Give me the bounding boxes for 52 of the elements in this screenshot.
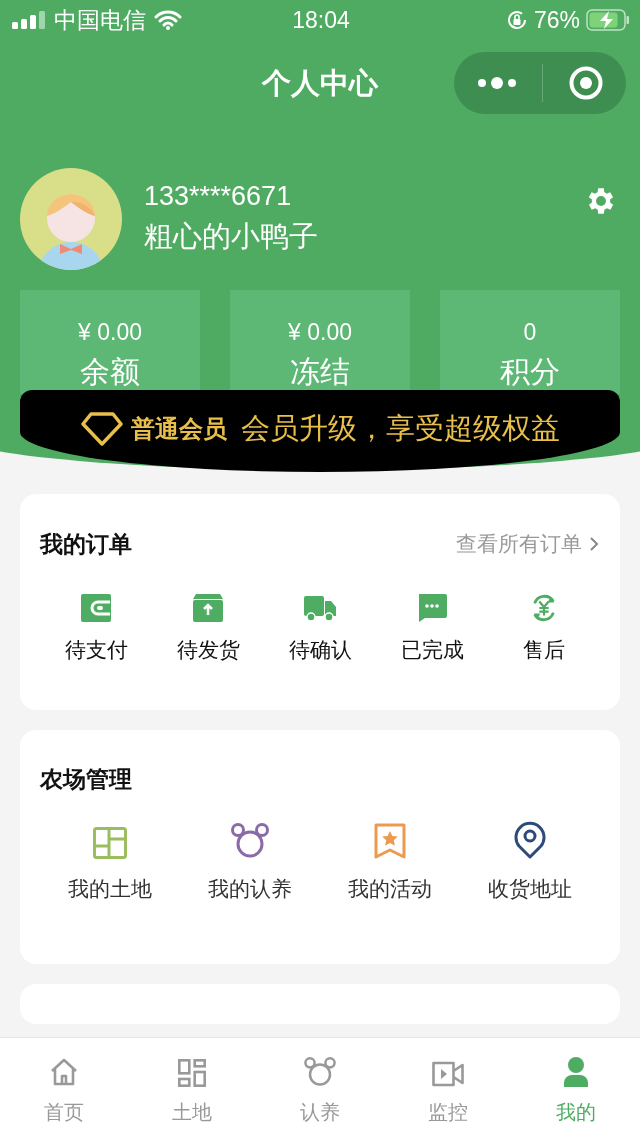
farm-menu-label: 收货地址 [488, 876, 572, 903]
battery-charging-icon [586, 9, 630, 31]
stat-value: ¥ 0.00 [78, 318, 142, 347]
video-camera-icon [432, 1061, 464, 1087]
diamond-icon [80, 412, 123, 446]
stat-value: ¥ 0.00 [288, 318, 352, 347]
membership-banner[interactable]: 普通会员 会员升级，享受超级权益 [20, 390, 620, 472]
farm-menu-item[interactable]: 我的认养 [180, 821, 320, 903]
wallet-icon [81, 594, 111, 622]
order-status-item[interactable]: 待确认 [268, 594, 372, 664]
signal-icon [12, 11, 46, 29]
order-status-item[interactable]: 待支付 [44, 594, 148, 664]
stat-label: 冻结 [290, 353, 350, 391]
order-status-item[interactable]: 售后 [492, 594, 596, 664]
more-icon[interactable] [476, 76, 517, 90]
membership-slogan: 会员升级，享受超级权益 [240, 410, 560, 447]
stat-label: 余额 [80, 353, 140, 391]
truck-icon [304, 596, 336, 622]
section-title: 我的订单 [40, 529, 132, 559]
farm-menu-label: 我的活动 [348, 876, 432, 903]
chat-bubble-icon [417, 594, 447, 622]
farm-menu-item[interactable]: 我的土地 [40, 821, 180, 903]
membership-level: 普通会员 [130, 414, 227, 445]
order-status-label: 售后 [523, 637, 565, 664]
bear-face-icon [304, 1057, 336, 1087]
page-title: 个人中心 [262, 65, 378, 102]
order-status-label: 待确认 [288, 637, 352, 664]
order-status-label: 已完成 [400, 637, 464, 664]
farm-menu-item[interactable]: 收货地址 [460, 821, 600, 903]
wifi-icon [154, 10, 182, 30]
order-status-item[interactable]: 已完成 [380, 594, 484, 664]
battery-percent: 76% [533, 6, 580, 34]
box-upload-icon [193, 594, 223, 622]
farm-menu-item[interactable]: 我的活动 [320, 821, 460, 903]
chevron-icon [588, 536, 600, 552]
stat-label: 积分 [500, 353, 560, 391]
home-icon [49, 1057, 79, 1087]
person-icon [564, 1057, 588, 1087]
grid-icon [178, 1059, 206, 1087]
order-status-label: 待发货 [176, 637, 240, 664]
rotation-lock-icon [505, 9, 528, 31]
order-status-item[interactable]: 待发货 [156, 594, 260, 664]
order-status-label: 待支付 [64, 637, 128, 664]
stat-value: 0 [523, 318, 537, 347]
close-target-icon[interactable] [569, 66, 604, 100]
farm-menu-label: 我的认养 [208, 876, 292, 903]
section-title: 农场管理 [40, 765, 133, 794]
phone-number: 133****6671 [144, 180, 293, 213]
farm-menu-label: 我的土地 [68, 876, 152, 903]
nickname: 粗心的小鸭子 [144, 218, 319, 255]
clock-time: 18:04 [292, 6, 350, 34]
carrier-name: 中国电信 [54, 5, 146, 35]
